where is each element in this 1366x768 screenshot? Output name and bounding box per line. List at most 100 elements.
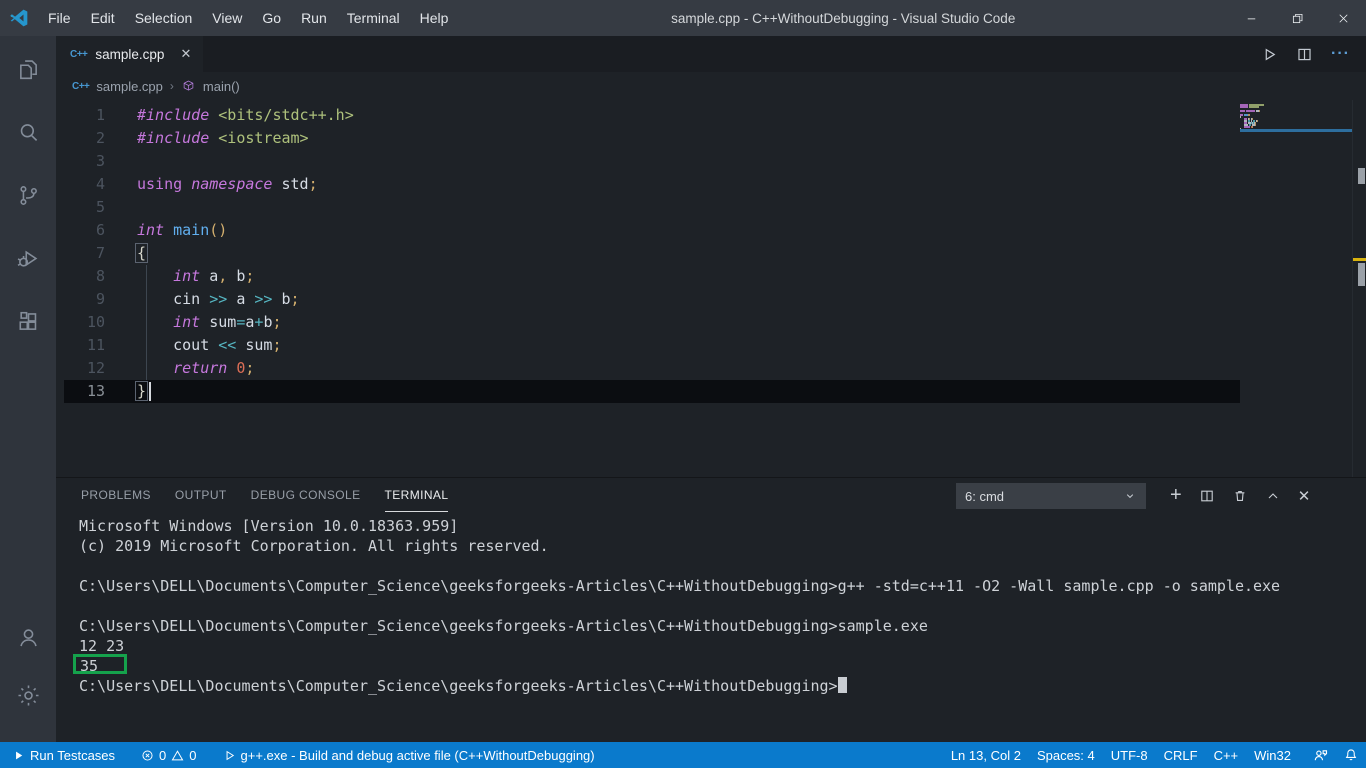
split-editor-icon[interactable]	[1296, 46, 1313, 63]
breadcrumb-file[interactable]: sample.cpp	[96, 79, 162, 94]
error-icon	[142, 749, 153, 761]
code-line-10[interactable]: int sum=a+b;	[56, 311, 1236, 334]
cpp-file-icon: C++	[70, 48, 88, 60]
menu-edit[interactable]: Edit	[81, 0, 125, 36]
run-testcases-button[interactable]: Run Testcases	[4, 742, 123, 768]
new-terminal-icon[interactable]: +	[1170, 485, 1182, 506]
menu-file[interactable]: File	[38, 0, 81, 36]
activity-run-and-debug-icon[interactable]	[0, 233, 56, 283]
notifications-button[interactable]	[1336, 742, 1366, 768]
bell-icon	[1345, 749, 1357, 761]
activity-account-icon[interactable]	[0, 612, 56, 662]
editor-caret	[149, 382, 151, 401]
feedback-button[interactable]	[1305, 742, 1336, 768]
close-panel-icon[interactable]: ✕	[1298, 487, 1311, 506]
tab-label: sample.cpp	[95, 46, 165, 62]
restore-window-button[interactable]	[1274, 0, 1320, 36]
menu-selection[interactable]: Selection	[125, 0, 203, 36]
code-line-2[interactable]: #include <iostream>	[56, 127, 1236, 150]
maximize-panel-icon[interactable]	[1265, 488, 1281, 504]
symbol-cube-icon	[181, 79, 196, 94]
play-icon	[16, 751, 23, 759]
panel-actions: + ✕	[1170, 485, 1311, 506]
activity-manage-icon[interactable]	[0, 670, 56, 720]
terminal-output[interactable]: Microsoft Windows [Version 10.0.18363.95…	[73, 516, 1352, 742]
terminal-select-value: 6: cmd	[965, 488, 1005, 504]
code-line-1[interactable]: #include <bits/stdc++.h>	[56, 104, 1236, 127]
split-terminal-icon[interactable]	[1199, 488, 1215, 504]
feedback-smiley-icon	[1314, 749, 1328, 760]
overview-ruler[interactable]	[1352, 100, 1366, 477]
minimap-current-line	[1240, 129, 1352, 132]
error-count: 0	[159, 747, 167, 763]
menu-terminal[interactable]: Terminal	[337, 0, 410, 36]
status-cursor-position[interactable]: Ln 13, Col 2	[943, 742, 1029, 768]
code-line-8[interactable]: int a, b;	[56, 265, 1236, 288]
debug-launch-label: g++.exe - Build and debug active file (C…	[240, 747, 595, 763]
code-line-5[interactable]	[56, 196, 1236, 219]
breadcrumb-symbol[interactable]: main()	[203, 79, 240, 94]
debug-launch-button[interactable]: g++.exe - Build and debug active file (C…	[215, 742, 603, 768]
status-eol[interactable]: CRLF	[1156, 742, 1206, 768]
code-editor[interactable]: 1 #include <bits/stdc++.h> 2 #include <iost…	[56, 100, 1366, 477]
tab-close-icon[interactable]: ✕	[180, 46, 191, 62]
terminal-cursor	[837, 677, 847, 693]
breadcrumb-separator: ›	[169, 79, 174, 93]
warning-mark	[1353, 258, 1366, 261]
activity-search-icon[interactable]	[0, 107, 56, 157]
menu-bar: File Edit Selection View Go Run Terminal Help	[38, 0, 458, 36]
code-line-7[interactable]: {	[56, 242, 1236, 265]
menu-go[interactable]: Go	[252, 0, 291, 36]
title-bar: File Edit Selection View Go Run Terminal Help s…	[0, 0, 1366, 36]
minimap[interactable]	[1240, 104, 1352, 224]
code-line-4[interactable]: using namespace std;	[56, 173, 1236, 196]
more-actions-icon[interactable]: ···	[1331, 45, 1350, 63]
scrollbar-thumb	[1358, 168, 1365, 184]
terminal-line: C:\Users\DELL\Documents\Computer_Science…	[79, 676, 1352, 696]
status-language-mode[interactable]: C++	[1206, 742, 1247, 768]
menu-help[interactable]: Help	[410, 0, 459, 36]
editor-tab-bar: C++ sample.cpp ✕ ···	[56, 36, 1366, 72]
terminal-line: C:\Users\DELL\Documents\Computer_Science…	[79, 577, 1281, 595]
panel-tab-terminal[interactable]: TERMINAL	[384, 478, 449, 512]
panel-controls: 6: cmd + ✕	[956, 483, 1310, 509]
status-encoding[interactable]: UTF-8	[1103, 742, 1156, 768]
code-line-12[interactable]: return 0;	[56, 357, 1236, 380]
panel-tab-problems[interactable]: PROBLEMS	[81, 478, 151, 512]
run-testcases-label: Run Testcases	[30, 747, 116, 763]
code-line-13[interactable]: }	[56, 380, 1236, 403]
problems-indicator[interactable]: 0 0	[133, 742, 204, 768]
run-icon[interactable]	[1261, 46, 1278, 63]
terminal-line: Microsoft Windows [Version 10.0.18363.95…	[79, 517, 459, 535]
warning-count: 0	[189, 747, 197, 763]
window-title: sample.cpp - C++WithoutDebugging - Visua…	[671, 10, 1016, 26]
status-indentation[interactable]: Spaces: 4	[1029, 742, 1103, 768]
warning-icon	[171, 749, 184, 760]
code-line-11[interactable]: cout << sum;	[56, 334, 1236, 357]
status-bar: Run Testcases 0 0 g++.exe - Build and de…	[0, 742, 1366, 768]
breadcrumb: C++ sample.cpp › main()	[56, 72, 1366, 100]
code-line-3[interactable]	[56, 150, 1236, 173]
tab-sample-cpp[interactable]: C++ sample.cpp ✕	[56, 36, 204, 72]
panel-tab-debug-console[interactable]: DEBUG CONSOLE	[251, 478, 361, 512]
code-line-6[interactable]: int main()	[56, 219, 1236, 242]
cpp-file-icon: C++	[72, 80, 90, 92]
terminal-select[interactable]: 6: cmd	[956, 483, 1146, 509]
menu-view[interactable]: View	[202, 0, 252, 36]
status-platform[interactable]: Win32	[1246, 742, 1299, 768]
code-line-9[interactable]: cin >> a >> b;	[56, 288, 1236, 311]
activity-extensions-icon[interactable]	[0, 296, 56, 346]
panel-tab-output[interactable]: OUTPUT	[175, 478, 227, 512]
activity-source-control-icon[interactable]	[0, 170, 56, 220]
highlighted-output: 35	[73, 654, 128, 675]
minimize-window-button[interactable]	[1228, 0, 1274, 36]
kill-terminal-icon[interactable]	[1232, 488, 1248, 504]
scrollbar-thumb	[1358, 263, 1365, 286]
close-window-button[interactable]	[1320, 0, 1366, 36]
activity-explorer-icon[interactable]	[0, 44, 56, 94]
menu-run[interactable]: Run	[291, 0, 337, 36]
window-controls	[1228, 0, 1366, 36]
terminal-line: (c) 2019 Microsoft Corporation. All righ…	[79, 537, 549, 555]
